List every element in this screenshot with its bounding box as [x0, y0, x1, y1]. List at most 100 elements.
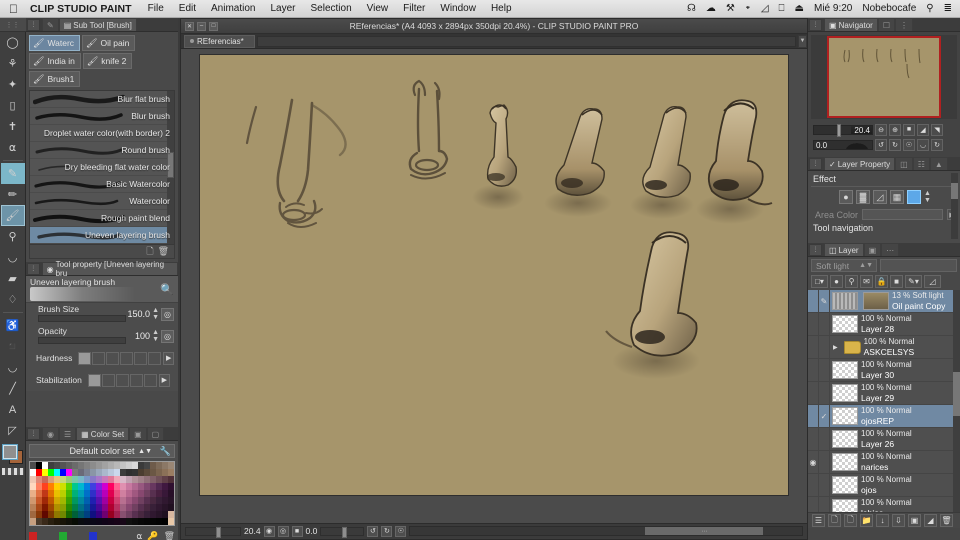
- lasso-tool[interactable]: ◯: [1, 32, 25, 53]
- swatch-green[interactable]: [59, 532, 67, 540]
- flip-vertical-icon[interactable]: ◥: [931, 123, 943, 136]
- magic-wand-tool[interactable]: ⚘: [1, 53, 25, 74]
- layer-thumbnail[interactable]: [832, 430, 858, 448]
- cloud-icon[interactable]: ☁: [706, 3, 716, 14]
- transparent-color-swatch[interactable]: [1, 468, 24, 475]
- tab-navigator[interactable]: ▣ Navigator: [824, 18, 878, 31]
- stabilization-step[interactable]: [115, 373, 129, 387]
- spinner-icon[interactable]: ▲ ▼: [152, 329, 159, 343]
- layer-row-layer-26[interactable]: 100 % Normal Layer 26: [808, 428, 960, 451]
- rotate-right-button[interactable]: ↻: [381, 525, 393, 537]
- reset-rotation-button[interactable]: ☉: [395, 525, 407, 537]
- gradient-effect-icon[interactable]: ◿: [873, 190, 887, 204]
- visibility-toggle[interactable]: [808, 405, 819, 427]
- blend-mode-dropdown[interactable]: Soft light ▲▼: [811, 259, 877, 272]
- color-swatch[interactable]: [168, 469, 174, 476]
- reference-toggle[interactable]: [819, 474, 830, 496]
- key-icon[interactable]: 🔑: [147, 531, 158, 540]
- tab-approx-color[interactable]: ▢: [146, 427, 165, 440]
- chevron-right-icon[interactable]: ▶: [158, 373, 170, 387]
- menu-filter[interactable]: Filter: [403, 3, 425, 14]
- new-raster-layer-icon[interactable]: 🗋: [828, 514, 841, 527]
- rotate-right-icon[interactable]: ↻: [889, 138, 901, 151]
- opacity-dynamics-button[interactable]: ◎: [161, 329, 174, 343]
- layer-thumbnail[interactable]: [832, 499, 858, 512]
- color-swatch[interactable]: [168, 504, 174, 511]
- palette-color-icon[interactable]: □▾: [811, 275, 828, 288]
- new-folder-icon[interactable]: 📁: [860, 514, 873, 527]
- tab-timeline[interactable]: ☷: [912, 157, 930, 170]
- blend-tool[interactable]: ♢: [1, 289, 25, 310]
- grip-icon[interactable]: ⋮: [27, 427, 40, 440]
- folder-icon[interactable]: [843, 340, 861, 354]
- list-item[interactable]: Dry bleeding flat water color: [30, 159, 174, 176]
- stabilization-row[interactable]: Stabilization ▶: [26, 369, 178, 391]
- lock-icon[interactable]: 🔒: [875, 275, 888, 288]
- subtool-chip-indiaink[interactable]: 🖌 India in: [29, 53, 81, 69]
- brush-size-value-group[interactable]: 150.0 ▲ ▼ ◎: [128, 307, 174, 321]
- menu-file[interactable]: File: [148, 3, 164, 14]
- layer-row-narices[interactable]: ◉ 100 % Normal narices: [808, 451, 960, 474]
- reference-toggle[interactable]: [819, 313, 830, 335]
- reference-toggle[interactable]: [819, 428, 830, 450]
- tab-subview-2[interactable]: ▲: [929, 157, 948, 170]
- wrench-icon[interactable]: 🔧: [160, 446, 171, 457]
- horizontal-scrollbar[interactable]: ⋯: [409, 526, 803, 536]
- chevron-updown-icon[interactable]: ▲▼: [859, 262, 873, 269]
- draft-icon[interactable]: ✎▾: [905, 275, 922, 288]
- layer-select-icon[interactable]: ◿: [924, 275, 941, 288]
- ruler-icon[interactable]: ✉: [860, 275, 873, 288]
- search-icon[interactable]: ⚲: [926, 3, 933, 14]
- control-center-icon[interactable]: ≣: [944, 3, 952, 14]
- layer-mask-thumbnail[interactable]: [832, 292, 858, 310]
- lock-transparency-icon[interactable]: ■: [890, 275, 903, 288]
- eye-icon[interactable]: ◉: [808, 451, 819, 473]
- fit-icon[interactable]: ■: [903, 123, 915, 136]
- opacity-value-group[interactable]: 100 ▲ ▼ ◎: [135, 329, 174, 343]
- gradient-tool[interactable]: ◾: [1, 336, 25, 357]
- stabilization-step[interactable]: [87, 373, 101, 387]
- display-icon[interactable]: ⎕: [779, 3, 785, 14]
- combine-down-icon[interactable]: ⇩: [892, 514, 905, 527]
- list-item[interactable]: Rough paint blend: [30, 210, 174, 227]
- eject-icon[interactable]: ⏏: [795, 3, 804, 14]
- visibility-toggle[interactable]: [808, 497, 819, 512]
- visibility-toggle[interactable]: [808, 428, 819, 450]
- tab-intermediate-color[interactable]: ▣: [129, 427, 147, 440]
- layer-thumbnail[interactable]: [832, 361, 858, 379]
- tab-quick-access[interactable]: ⋯: [881, 243, 900, 256]
- layer-thumbnail[interactable]: [832, 384, 858, 402]
- reference-toggle[interactable]: [819, 359, 830, 381]
- slider-knob[interactable]: [215, 526, 221, 538]
- flip-horizontal-icon[interactable]: ◢: [917, 123, 929, 136]
- swatch-blue[interactable]: [89, 532, 97, 540]
- reference-toggle[interactable]: [819, 497, 830, 512]
- layer-thumbnail[interactable]: [832, 315, 858, 333]
- grip-icon[interactable]: ⋮: [809, 157, 822, 170]
- list-item[interactable]: Droplet water color(with border) 2: [30, 125, 174, 142]
- mask-icon[interactable]: ⚲: [845, 275, 858, 288]
- tab-color-slider[interactable]: ☰: [58, 427, 77, 440]
- slider-knob[interactable]: [341, 526, 347, 538]
- document-tab[interactable]: REferencias*: [184, 34, 255, 48]
- marquee-tool[interactable]: ▯: [1, 95, 25, 116]
- layer-row-ojos[interactable]: 100 % Normal ojos: [808, 474, 960, 497]
- layer-list-icon[interactable]: ☰: [812, 514, 825, 527]
- color-swatch[interactable]: [168, 462, 174, 469]
- wifi-icon[interactable]: ◿: [761, 3, 769, 14]
- brush-size-dynamics-button[interactable]: ◎: [161, 307, 174, 321]
- subtool-chip-watercolor[interactable]: 🖌 Waterc: [29, 35, 81, 51]
- navigator-rotation-field[interactable]: 0.0: [813, 139, 873, 150]
- area-color-field[interactable]: [862, 209, 943, 220]
- fill-tool[interactable]: ♿: [1, 315, 25, 336]
- subtool-chip-brush1[interactable]: 🖌 Brush1: [29, 71, 81, 87]
- decoration-tool[interactable]: ◡: [1, 247, 25, 268]
- stabilization-step[interactable]: [101, 373, 115, 387]
- transfer-down-icon[interactable]: ↓: [876, 514, 889, 527]
- zoom-in-button[interactable]: ◎: [277, 525, 289, 537]
- menu-window[interactable]: Window: [440, 3, 476, 14]
- brush-size-slider[interactable]: [38, 315, 126, 322]
- zoom-out-button[interactable]: ◉: [263, 525, 275, 537]
- layer-thumbnail[interactable]: [863, 292, 889, 310]
- menu-help[interactable]: Help: [491, 3, 512, 14]
